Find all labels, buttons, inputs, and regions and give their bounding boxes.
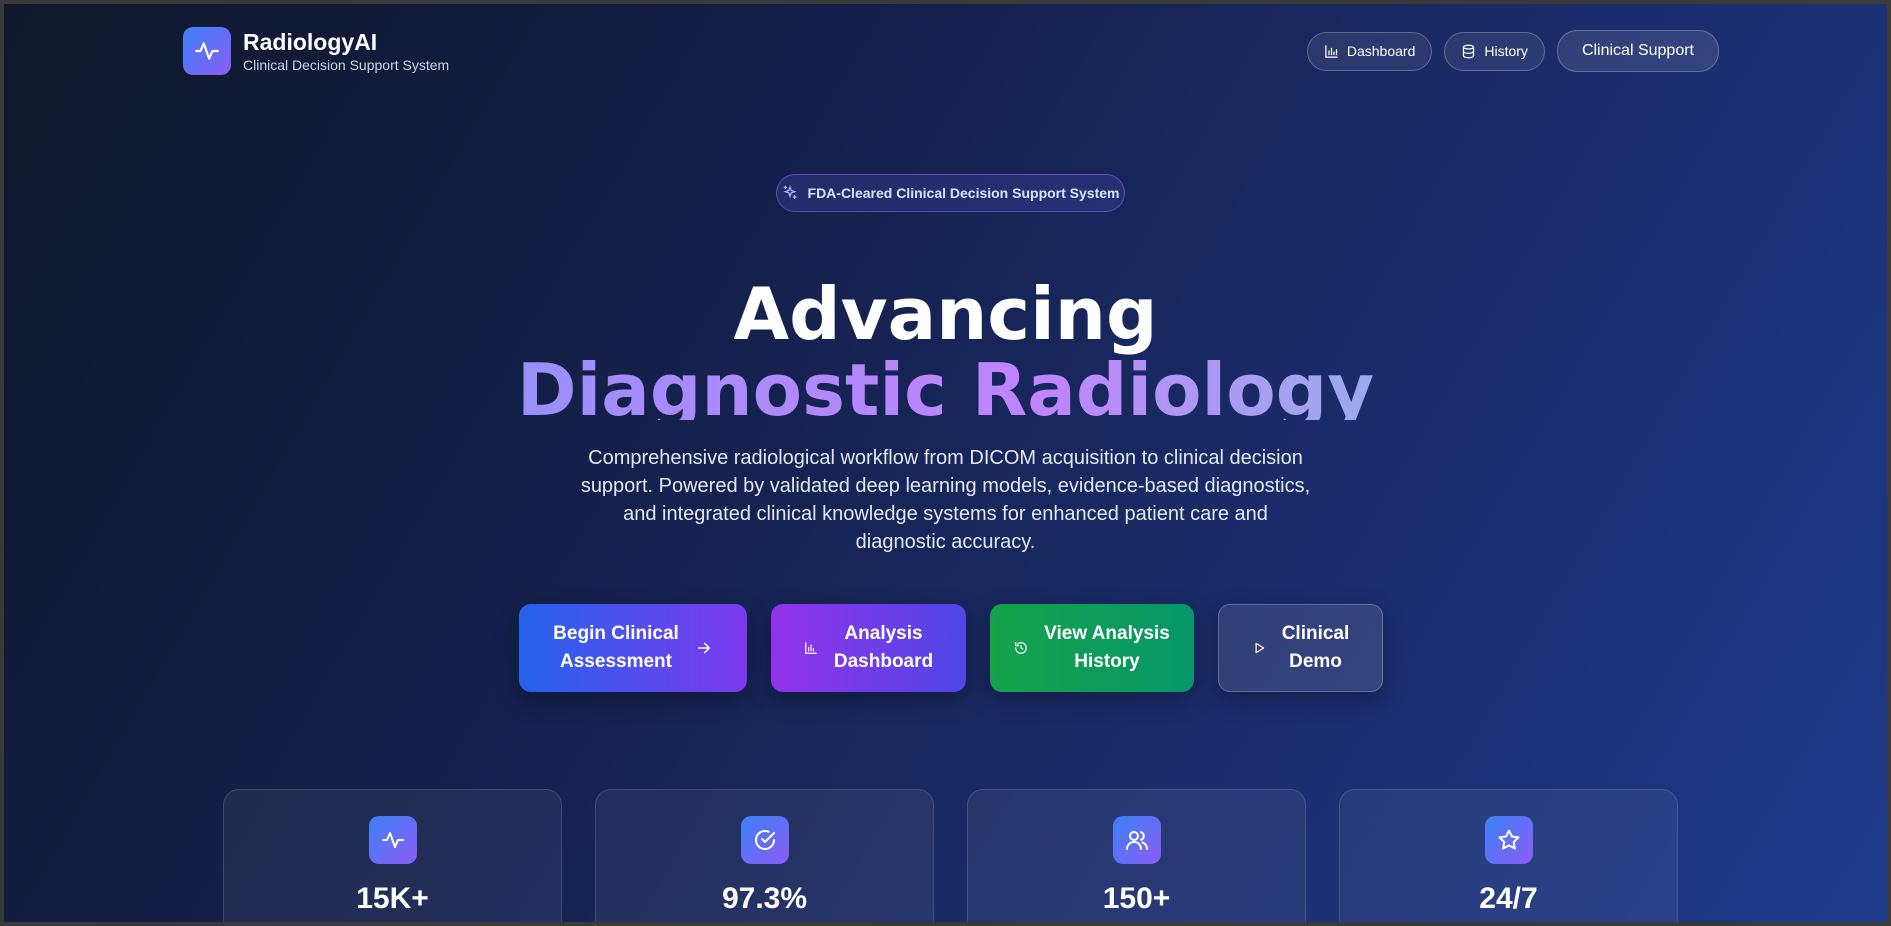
stat-card: 15K+ (223, 789, 562, 926)
analysis-dashboard-button[interactable]: Analysis Dashboard (771, 604, 966, 692)
play-icon (1252, 641, 1266, 655)
cta-label-line1: Analysis (844, 623, 923, 644)
database-icon (1461, 44, 1476, 59)
cta-label-line2: History (1074, 651, 1140, 672)
nav-history-button[interactable]: History (1444, 31, 1545, 71)
nav-clinical-support-button[interactable]: Clinical Support (1556, 30, 1719, 72)
fda-badge-label: FDA-Cleared Clinical Decision Support Sy… (807, 185, 1120, 201)
cta-label-line2: Dashboard (833, 651, 934, 672)
nav-clinical-support-label: Clinical Support (1581, 42, 1694, 59)
cta-label-line2: Demo (1289, 651, 1342, 672)
hero-title-line1: Advancing (733, 272, 1158, 356)
pulse-icon (183, 27, 231, 75)
bar-chart-icon (1324, 44, 1339, 59)
stat-value: 24/7 (1479, 882, 1538, 915)
stat-card: 24/7 (1339, 789, 1678, 926)
stats-row: 15K+ 97.3% 150+ 24/7 (223, 789, 1678, 926)
cta-row: Begin Clinical Assessment Analysis Dashb… (519, 604, 1383, 692)
cta-label-line1: View Analysis (1044, 623, 1170, 644)
bar-chart-icon (804, 641, 818, 655)
brand[interactable]: RadiologyAI Clinical Decision Support Sy… (183, 27, 449, 75)
hero-title-line2: Diagnostic Radiology (0, 352, 1891, 420)
stat-card: 150+ (967, 789, 1306, 926)
clinical-demo-button[interactable]: Clinical Demo (1218, 604, 1383, 692)
stat-card: 97.3% (595, 789, 934, 926)
arrow-right-icon (695, 639, 713, 657)
users-icon (1112, 816, 1161, 864)
stat-value: 150+ (1102, 882, 1171, 915)
begin-clinical-assessment-button[interactable]: Begin Clinical Assessment (519, 604, 747, 692)
stat-value: 97.3% (721, 882, 808, 915)
hero-description: Comprehensive radiological workflow from… (580, 447, 1311, 553)
cta-label-line2: Assessment (560, 651, 672, 672)
nav-history-label: History (1484, 43, 1528, 59)
brand-subtitle: Clinical Decision Support System (243, 57, 450, 73)
activity-icon (368, 816, 417, 864)
top-nav: Dashboard History Clinical Support (1306, 30, 1719, 72)
history-icon (1014, 641, 1028, 655)
nav-dashboard-button[interactable]: Dashboard (1306, 31, 1433, 71)
view-analysis-history-button[interactable]: View Analysis History (990, 604, 1194, 692)
hero-title: Advancing Diagnostic Radiology (0, 276, 1891, 420)
stat-value: 15K+ (356, 882, 429, 915)
cta-label-line1: Begin Clinical (553, 623, 679, 644)
brand-title: RadiologyAI (243, 29, 378, 55)
star-icon (1484, 816, 1533, 864)
fda-badge: FDA-Cleared Clinical Decision Support Sy… (776, 174, 1125, 212)
sparkles-icon (782, 185, 798, 201)
check-circle-icon (740, 816, 789, 864)
top-header: RadiologyAI Clinical Decision Support Sy… (183, 26, 1719, 76)
cta-label-line1: Clinical (1281, 623, 1350, 644)
nav-dashboard-label: Dashboard (1346, 43, 1416, 59)
